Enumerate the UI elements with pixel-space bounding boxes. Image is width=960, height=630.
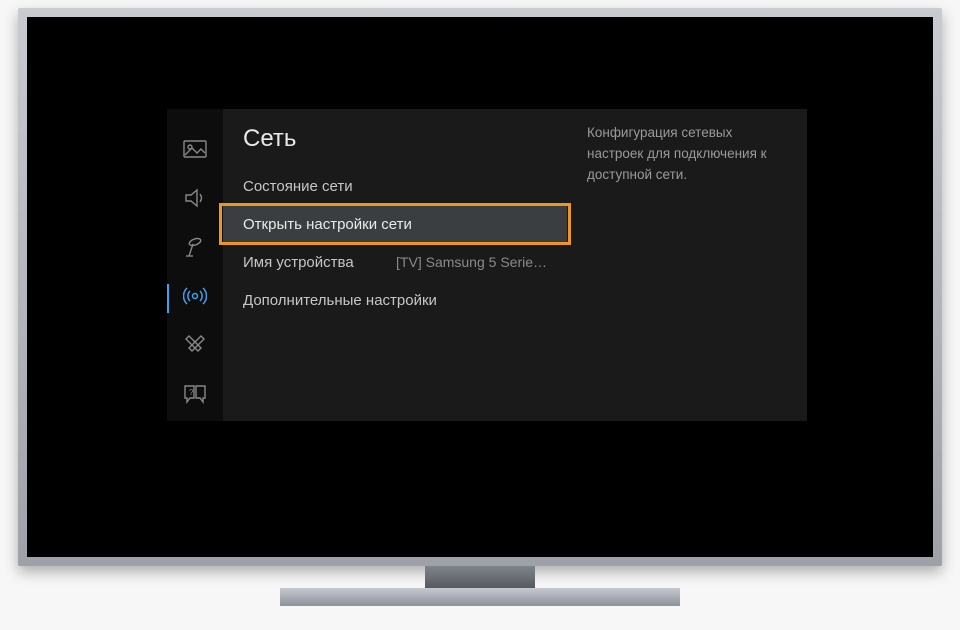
tv-screen: ? Сеть Состояние сети Открыть настройки …	[27, 17, 933, 557]
menu-item-advanced-settings[interactable]: Дополнительные настройки	[223, 281, 567, 319]
svg-text:?: ?	[189, 388, 194, 397]
settings-description: Конфигурация сетевых настроек для подклю…	[567, 109, 807, 421]
picture-icon	[183, 140, 207, 163]
sidebar-item-sound[interactable]	[167, 176, 223, 225]
tv-stand-neck	[425, 566, 535, 590]
menu-item-label: Имя устройства	[243, 254, 396, 271]
menu-item-open-network-settings[interactable]: Открыть настройки сети	[223, 205, 567, 243]
sidebar-item-system[interactable]	[167, 323, 223, 372]
system-icon	[184, 334, 206, 361]
support-icon: ?	[183, 384, 207, 409]
sidebar-item-broadcast[interactable]	[167, 225, 223, 274]
section-title: Сеть	[223, 119, 567, 167]
menu-item-label: Состояние сети	[243, 178, 547, 195]
network-icon	[183, 284, 207, 313]
broadcast-icon	[183, 236, 207, 263]
settings-sidebar: ?	[167, 109, 223, 421]
menu-item-network-status[interactable]: Состояние сети	[223, 167, 567, 205]
sidebar-item-picture[interactable]	[167, 127, 223, 176]
menu-item-value: [TV] Samsung 5 Serie…	[396, 254, 547, 270]
sound-icon	[183, 188, 207, 213]
menu-item-device-name[interactable]: Имя устройства [TV] Samsung 5 Serie…	[223, 243, 567, 281]
sidebar-item-network[interactable]	[167, 274, 223, 323]
sidebar-item-support[interactable]: ?	[167, 372, 223, 421]
menu-item-label: Дополнительные настройки	[243, 292, 547, 309]
settings-list: Сеть Состояние сети Открыть настройки се…	[223, 109, 567, 421]
settings-main-area: Сеть Состояние сети Открыть настройки се…	[223, 109, 807, 421]
tv-frame: ? Сеть Состояние сети Открыть настройки …	[18, 8, 942, 566]
settings-menu-panel: ? Сеть Состояние сети Открыть настройки …	[167, 109, 807, 421]
menu-item-label: Открыть настройки сети	[243, 216, 547, 233]
tv-stand-base	[280, 588, 680, 606]
